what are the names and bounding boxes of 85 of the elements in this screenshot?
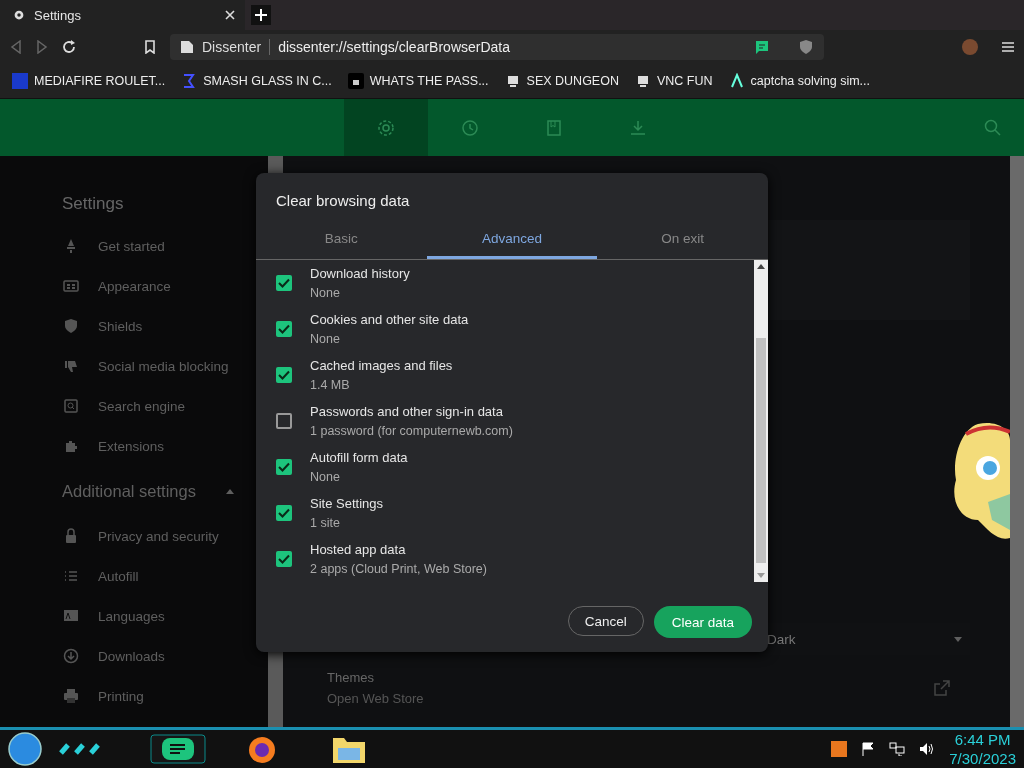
site-name: Dissenter (202, 39, 262, 55)
bookmark-item[interactable]: VNC FUN (634, 73, 713, 89)
address-bar[interactable]: Dissenter dissenter://settings/clearBrowserData (170, 34, 824, 60)
option-detail: None (310, 470, 341, 484)
option-label: Site Settings (310, 496, 383, 511)
settings-icon (376, 117, 396, 138)
checkbox[interactable] (276, 505, 292, 521)
history-icon (460, 117, 480, 138)
sidebar-item[interactable]: Downloads (62, 636, 268, 676)
checkbox[interactable] (276, 551, 292, 567)
sidebar-item[interactable]: Shields (62, 306, 268, 346)
setting-label: Themes (327, 670, 375, 685)
chat-icon[interactable] (754, 39, 770, 55)
back-icon[interactable] (10, 40, 22, 54)
forward-icon[interactable] (36, 40, 48, 54)
option-detail: None (310, 332, 341, 346)
scrollbar[interactable] (754, 260, 768, 582)
bookmark-icon (544, 117, 564, 138)
sidebar-item[interactable]: Appearance (62, 266, 268, 306)
sidebar-item[interactable]: Privacy and security (62, 516, 268, 556)
speaker-icon[interactable] (919, 742, 936, 756)
tray-app-icon[interactable] (831, 741, 848, 757)
layout-icon (62, 278, 80, 294)
menu-icon[interactable] (1002, 41, 1014, 53)
sidebar-item[interactable]: Languages (62, 596, 268, 636)
checkbox[interactable] (276, 413, 292, 429)
option-label: Autofill form data (310, 450, 408, 465)
clear-data-button[interactable]: Clear data (653, 606, 752, 638)
sidebar-item[interactable]: Printing (62, 676, 268, 716)
option-label: Hosted app data (310, 542, 407, 557)
list-icon (62, 568, 80, 584)
sidebar-title: Settings (62, 194, 125, 214)
checkbox[interactable] (276, 275, 292, 291)
thumbs-down-icon (62, 358, 80, 374)
bookmark-item[interactable]: SMASH GLASS IN C... (181, 73, 332, 89)
option-detail: 1.4 MB (310, 378, 351, 392)
checkbox[interactable] (276, 459, 292, 475)
sidebar-item[interactable]: Extensions (62, 426, 268, 466)
language-icon (62, 608, 80, 624)
flag-icon[interactable] (861, 742, 876, 756)
shield-icon (62, 318, 80, 334)
settings-icon (12, 8, 26, 22)
bookmark-item[interactable]: captcha solving sim... (728, 73, 871, 89)
shield-icon[interactable] (798, 39, 814, 55)
search-icon (62, 398, 80, 414)
chat-app-icon[interactable] (150, 734, 206, 764)
checkbox[interactable] (276, 367, 292, 383)
bookmark-item[interactable]: SEX DUNGEON (504, 73, 619, 89)
page-icon (180, 40, 194, 54)
scrollbar[interactable] (1010, 156, 1024, 728)
sidebar-item[interactable]: Autofill (62, 556, 268, 596)
dialog-title: Clear browsing data (275, 191, 411, 211)
section-header[interactable]: Additional settings (62, 466, 268, 516)
start-orb-icon[interactable] (8, 732, 42, 766)
tab-title: Settings (34, 7, 82, 23)
network-icon[interactable] (889, 742, 906, 756)
bookmark-favicon-icon (728, 73, 745, 89)
option-detail: 1 site (310, 516, 341, 530)
option-label: Cached images and files (310, 358, 453, 373)
download-icon (62, 648, 80, 664)
new-tab-icon[interactable] (251, 5, 271, 25)
option-detail: 2 apps (Cloud Print, Web Store) (310, 562, 487, 576)
option-label: Passwords and other sign-in data (310, 404, 504, 419)
bookmark-item[interactable]: MEDIAFIRE ROULET... (12, 73, 166, 89)
bookmark-item[interactable]: WHATS THE PASS... (347, 73, 489, 89)
option-detail: None (310, 286, 341, 300)
close-icon[interactable] (225, 10, 235, 20)
bookmark-icon[interactable] (144, 40, 156, 54)
sidebar-item[interactable]: Search engine (62, 386, 268, 426)
checkbox[interactable] (276, 321, 292, 337)
clock[interactable]: 6:44 PM 7/30/2023 (949, 730, 1016, 768)
setting-link[interactable]: Open Web Store (327, 691, 424, 706)
option-detail: 1 password (for computernewb.com) (310, 424, 513, 438)
sidebar-item[interactable]: Social media blocking (62, 346, 268, 386)
dialog-tab[interactable]: On exit (597, 221, 768, 259)
reload-icon[interactable] (62, 40, 76, 54)
browser-tab[interactable]: Settings (0, 0, 245, 30)
option-label: Cookies and other site data (310, 312, 469, 327)
printer-icon (62, 688, 80, 704)
bookmark-favicon-icon (12, 73, 28, 89)
bookmark-favicon-icon (181, 73, 198, 89)
dialog-tab[interactable]: Advanced (426, 221, 598, 259)
url-text: dissenter://settings/clearBrowserData (278, 39, 511, 55)
option-label: Download history (310, 266, 410, 281)
bookmark-favicon-icon (347, 73, 364, 89)
